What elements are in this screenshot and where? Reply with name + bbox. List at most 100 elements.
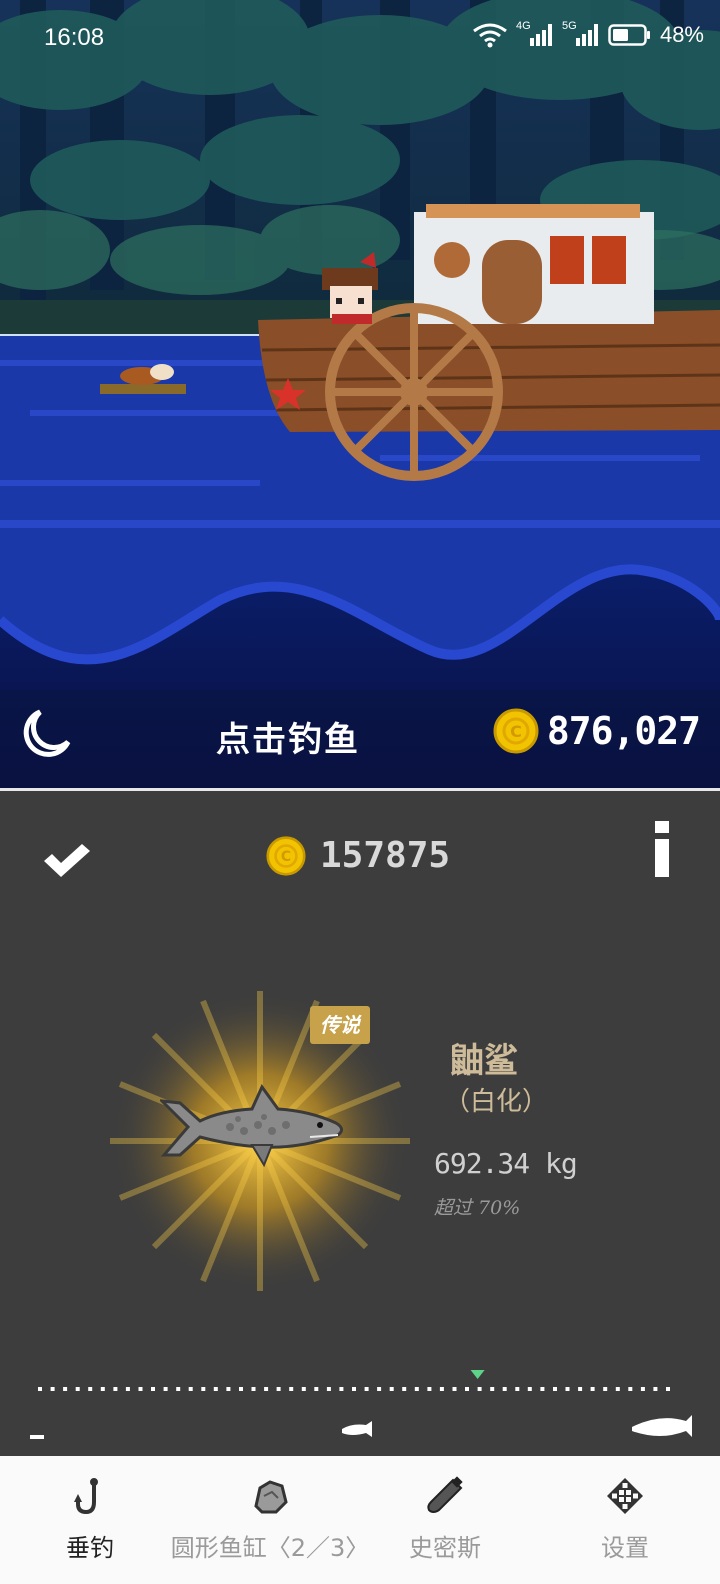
scale-dot — [402, 1387, 407, 1391]
scale-dot — [239, 1387, 243, 1391]
total-coins: C 876,027 — [493, 708, 701, 754]
catch-price-value: 157875 — [320, 835, 451, 876]
night-mode-button[interactable] — [18, 706, 74, 762]
size-scale — [30, 1370, 692, 1439]
hook-icon — [74, 1478, 98, 1515]
scale-dot — [527, 1387, 532, 1391]
info-button[interactable] — [654, 821, 670, 877]
status-bar: 16:08 4G 5G 48% — [0, 0, 720, 78]
tab-label-fishing: 垂钓 — [66, 1534, 114, 1562]
scale-dot — [251, 1387, 256, 1391]
tab-label-smith: 史密斯 — [409, 1534, 481, 1562]
scale-dot — [414, 1387, 419, 1391]
tap-to-fish-label[interactable]: 点击钓鱼 — [216, 712, 360, 761]
scale-dot — [213, 1387, 218, 1391]
status-time: 16:08 — [44, 24, 105, 51]
large-fish-icon — [632, 1415, 692, 1437]
scale-dot — [628, 1387, 633, 1391]
scale-track — [38, 1387, 670, 1391]
rarity-badge: 传说 — [310, 1006, 370, 1044]
scale-dot — [339, 1387, 344, 1391]
info-icon — [655, 821, 669, 877]
fish-sprite — [160, 1084, 343, 1168]
moon-icon — [23, 709, 71, 757]
weight-percentile: 超过 70% — [434, 1197, 521, 1219]
tab-aquarium[interactable]: 圆形鱼缸〈2／3〉 — [170, 1456, 370, 1584]
cell-signal-5g-icon: 5G — [562, 20, 600, 48]
tab-label-aquarium: 圆形鱼缸〈2／3〉 — [170, 1534, 370, 1562]
scale-dot — [276, 1387, 281, 1391]
battery-icon — [608, 24, 650, 46]
settings-gear-icon — [607, 1478, 643, 1514]
scale-dot — [264, 1387, 269, 1391]
scale-dot — [389, 1387, 394, 1391]
fish-name: 鼬鲨 — [450, 1041, 518, 1081]
scale-dot — [201, 1387, 206, 1391]
scale-dot — [439, 1387, 444, 1391]
scale-dot — [364, 1387, 369, 1391]
scale-dot — [553, 1387, 557, 1391]
scale-marker — [470, 1370, 485, 1379]
scale-dot — [615, 1387, 620, 1391]
scale-dot — [289, 1387, 294, 1391]
svg-text:C: C — [281, 849, 291, 865]
scale-dot — [151, 1387, 155, 1391]
scale-dot — [490, 1387, 495, 1391]
fish-variant: （白化） — [444, 1087, 549, 1117]
scale-dot — [38, 1387, 42, 1391]
tab-fishing[interactable]: 垂钓 — [30, 1456, 150, 1584]
svg-text:C: C — [510, 722, 522, 741]
scale-dot — [88, 1387, 93, 1391]
status-indicators: 4G 5G 48% — [472, 20, 704, 48]
scale-dot — [502, 1387, 507, 1391]
scale-dot — [163, 1387, 168, 1391]
aquarium-rock-icon — [254, 1480, 288, 1514]
scene-background — [0, 0, 720, 790]
scale-dot — [226, 1387, 231, 1391]
small-fish-icon — [30, 1435, 44, 1439]
scale-dot — [377, 1387, 382, 1391]
catch-price: C 157875 — [266, 835, 450, 876]
scale-dot — [590, 1387, 595, 1391]
scale-dot — [75, 1387, 80, 1391]
coin-icon: C — [266, 835, 306, 876]
scale-dot — [113, 1387, 118, 1391]
scale-dot — [352, 1387, 356, 1391]
scale-dot — [477, 1387, 482, 1391]
fish-weight: 692.34 kg — [434, 1147, 578, 1180]
checkmark-icon — [44, 844, 90, 877]
scale-dot — [314, 1387, 319, 1391]
bottle-icon — [427, 1476, 463, 1513]
scale-dot — [50, 1387, 55, 1391]
scale-dot — [63, 1387, 68, 1391]
game-hud: 点击钓鱼 C 876,027 — [0, 700, 720, 770]
medium-fish-icon — [342, 1421, 372, 1437]
scale-dot — [540, 1387, 545, 1391]
scale-dot — [125, 1387, 130, 1391]
scale-dot — [465, 1387, 469, 1391]
scale-dot — [452, 1387, 457, 1391]
scale-dot — [515, 1387, 520, 1391]
tab-smith[interactable]: 史密斯 — [390, 1456, 500, 1584]
scale-dot — [427, 1387, 432, 1391]
battery-percent: 48% — [659, 22, 704, 47]
scale-dot — [188, 1387, 193, 1391]
scale-dot — [301, 1387, 306, 1391]
wifi-icon — [473, 23, 507, 48]
scale-dot — [666, 1387, 670, 1391]
fishing-scene[interactable]: 16:08 4G 5G 48% 点击钓鱼 C 876,027 — [0, 0, 720, 790]
scale-dot — [326, 1387, 331, 1391]
confirm-button[interactable] — [42, 841, 92, 881]
tab-settings[interactable]: 设置 — [570, 1456, 680, 1584]
scale-dot — [176, 1387, 181, 1391]
catch-result-panel: C 157875 传说 鼬鲨 （白化） 692.34 kg 超过 70% — [0, 791, 720, 1456]
scale-dot — [640, 1387, 645, 1391]
bottom-tab-bar: 垂钓 圆形鱼缸〈2／3〉 史密斯 设置 — [0, 1456, 720, 1584]
scale-dot — [138, 1387, 143, 1391]
scale-dot — [565, 1387, 570, 1391]
scale-dot — [578, 1387, 583, 1391]
scale-dot — [653, 1387, 658, 1391]
scale-dot — [100, 1387, 105, 1391]
scale-dot — [603, 1387, 608, 1391]
coin-icon: C — [493, 708, 539, 754]
